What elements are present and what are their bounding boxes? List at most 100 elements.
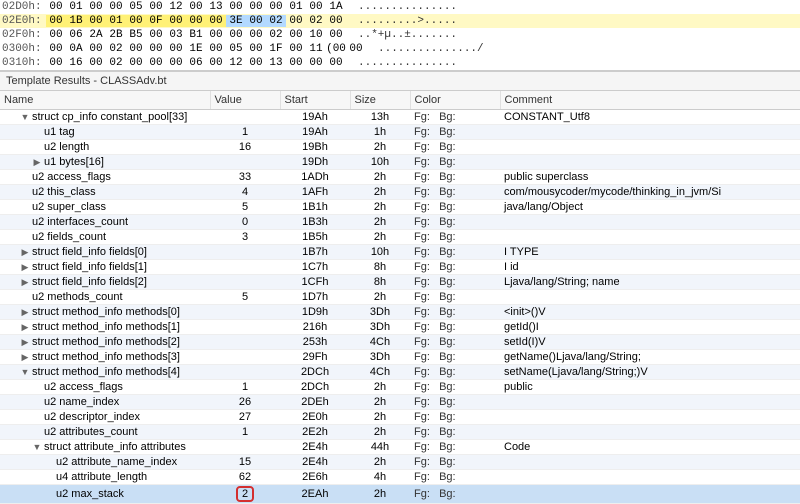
hex-byte[interactable]: 0A [66, 43, 86, 55]
hex-byte[interactable]: 2A [86, 29, 106, 41]
hex-byte[interactable]: 02 [266, 29, 286, 41]
hex-byte[interactable]: 1B [66, 15, 86, 27]
hex-byte[interactable]: 01 [106, 15, 126, 27]
hex-row[interactable]: 0310h:001600020000000600120013000000....… [0, 56, 800, 70]
hex-byte[interactable]: 00 [226, 29, 246, 41]
table-row[interactable]: ▶struct method_info methods[1]216h3DhFg:… [0, 320, 800, 335]
table-row[interactable]: u1 tag119Ah1hFg: Bg: [0, 125, 800, 140]
hex-byte[interactable]: 00 [146, 43, 166, 55]
hex-byte[interactable]: 00 [226, 1, 246, 13]
hex-byte[interactable]: 00 [286, 57, 306, 69]
table-row[interactable]: ▶struct method_info methods[3]29Fh3DhFg:… [0, 350, 800, 365]
table-row[interactable]: u2 access_flags331ADh2hFg: Bg:public sup… [0, 170, 800, 185]
table-row[interactable]: ▶struct field_info fields[1]1C7h8hFg: Bg… [0, 260, 800, 275]
table-row[interactable]: u2 attributes_count12E2h2hFg: Bg: [0, 425, 800, 440]
hex-row[interactable]: 0300h:000A00020000001E0005001F0011(0000.… [0, 42, 800, 56]
table-row[interactable]: u2 this_class41AFh2hFg: Bg:com/mousycode… [0, 185, 800, 200]
hex-byte[interactable]: 00 [326, 15, 346, 27]
hex-byte[interactable]: 00 [186, 1, 206, 13]
disclosure-toggle[interactable]: ▼ [20, 112, 30, 122]
disclosure-toggle[interactable]: ▶ [20, 307, 30, 318]
col-header-name[interactable]: Name [0, 91, 210, 110]
hex-byte[interactable]: 00 [106, 1, 126, 13]
hex-byte[interactable]: 11 [306, 43, 326, 55]
hex-byte[interactable]: 06 [186, 57, 206, 69]
hex-byte[interactable]: 05 [126, 1, 146, 13]
hex-byte[interactable]: 00 [246, 1, 266, 13]
table-row[interactable]: u2 name_index262DEh2hFg: Bg: [0, 395, 800, 410]
hex-byte[interactable]: 03 [166, 29, 186, 41]
table-row[interactable]: u2 attribute_name_index152E4h2hFg: Bg: [0, 455, 800, 470]
hex-byte[interactable]: 00 [86, 15, 106, 27]
disclosure-toggle[interactable]: ▶ [20, 337, 30, 348]
hex-byte[interactable]: 00 [46, 1, 66, 13]
col-header-value[interactable]: Value [210, 91, 280, 110]
hex-row[interactable]: 02F0h:00062A2BB50003B100000002001000..*+… [0, 28, 800, 42]
hex-byte[interactable]: 00 [166, 15, 186, 27]
hex-byte[interactable]: 00 [86, 57, 106, 69]
table-row[interactable]: ▶struct method_info methods[0]1D9h3DhFg:… [0, 305, 800, 320]
table-row[interactable]: ▶struct field_info fields[2]1CFh8hFg: Bg… [0, 275, 800, 290]
hex-byte[interactable]: 00 [206, 15, 226, 27]
hex-byte[interactable]: 3E [226, 15, 246, 27]
hex-byte[interactable]: 1F [266, 43, 286, 55]
hex-byte[interactable]: 00 [86, 1, 106, 13]
hex-byte[interactable]: 13 [266, 57, 286, 69]
hex-byte[interactable]: B1 [186, 29, 206, 41]
hex-byte[interactable]: 06 [66, 29, 86, 41]
hex-byte[interactable]: 02 [106, 43, 126, 55]
table-row[interactable]: ▼struct attribute_info attributes2E4h44h… [0, 440, 800, 455]
hex-byte[interactable]: 10 [306, 29, 326, 41]
disclosure-toggle[interactable]: ▶ [32, 157, 42, 168]
table-row[interactable]: ▼struct method_info methods[4]2DCh4ChFg:… [0, 365, 800, 380]
template-results-table[interactable]: Name Value Start Size Color Comment ▼str… [0, 91, 800, 504]
hex-byte[interactable]: 00 [146, 29, 166, 41]
hex-byte[interactable]: 00 [206, 57, 226, 69]
hex-row[interactable]: 02D0h:00010000050012001300000001001A....… [0, 0, 800, 14]
table-row[interactable]: u2 length1619Bh2hFg: Bg: [0, 140, 800, 155]
hex-byte[interactable]: (00 [326, 43, 346, 55]
hex-byte[interactable]: 02 [266, 15, 286, 27]
hex-byte[interactable]: 00 [86, 43, 106, 55]
hex-byte[interactable]: 00 [286, 15, 306, 27]
hex-byte[interactable]: 02 [306, 15, 326, 27]
hex-viewer[interactable]: 02D0h:00010000050012001300000001001A....… [0, 0, 800, 71]
col-header-start[interactable]: Start [280, 91, 350, 110]
hex-byte[interactable]: 00 [126, 57, 146, 69]
table-row[interactable]: u4 attribute_length622E6h4hFg: Bg: [0, 470, 800, 485]
hex-byte[interactable]: 00 [246, 57, 266, 69]
hex-byte[interactable]: 00 [46, 57, 66, 69]
hex-byte[interactable]: 2B [106, 29, 126, 41]
hex-byte[interactable]: 16 [66, 57, 86, 69]
disclosure-toggle[interactable]: ▶ [20, 247, 30, 258]
table-row[interactable]: u2 super_class51B1h2hFg: Bg:java/lang/Ob… [0, 200, 800, 215]
col-header-size[interactable]: Size [350, 91, 410, 110]
hex-byte[interactable]: 00 [206, 29, 226, 41]
hex-byte[interactable]: 00 [166, 43, 186, 55]
table-row[interactable]: u2 methods_count51D7h2hFg: Bg: [0, 290, 800, 305]
hex-byte[interactable]: 01 [286, 1, 306, 13]
hex-byte[interactable]: 00 [186, 15, 206, 27]
hex-byte[interactable]: 00 [46, 15, 66, 27]
hex-byte[interactable]: 00 [146, 57, 166, 69]
hex-byte[interactable]: 00 [246, 29, 266, 41]
table-row[interactable]: u2 interfaces_count01B3h2hFg: Bg: [0, 215, 800, 230]
hex-byte[interactable]: 13 [206, 1, 226, 13]
hex-byte[interactable]: 00 [326, 57, 346, 69]
hex-byte[interactable]: 00 [326, 29, 346, 41]
disclosure-toggle[interactable]: ▶ [20, 322, 30, 333]
table-row[interactable]: ▼struct cp_info constant_pool[33]19Ah13h… [0, 110, 800, 125]
table-row[interactable]: u2 fields_count31B5h2hFg: Bg: [0, 230, 800, 245]
table-row[interactable]: ▶struct method_info methods[2]253h4ChFg:… [0, 335, 800, 350]
table-row[interactable]: u2 access_flags12DCh2hFg: Bg:public [0, 380, 800, 395]
hex-byte[interactable]: 00 [346, 43, 366, 55]
table-row[interactable]: u2 max_stack22EAh2hFg: Bg: [0, 485, 800, 504]
col-header-comment[interactable]: Comment [500, 91, 800, 110]
hex-byte[interactable]: 00 [286, 43, 306, 55]
hex-byte[interactable]: 1E [186, 43, 206, 55]
hex-byte[interactable]: 12 [166, 1, 186, 13]
hex-byte[interactable]: 00 [206, 43, 226, 55]
hex-byte[interactable]: B5 [126, 29, 146, 41]
hex-byte[interactable]: 12 [226, 57, 246, 69]
hex-byte[interactable]: 05 [226, 43, 246, 55]
